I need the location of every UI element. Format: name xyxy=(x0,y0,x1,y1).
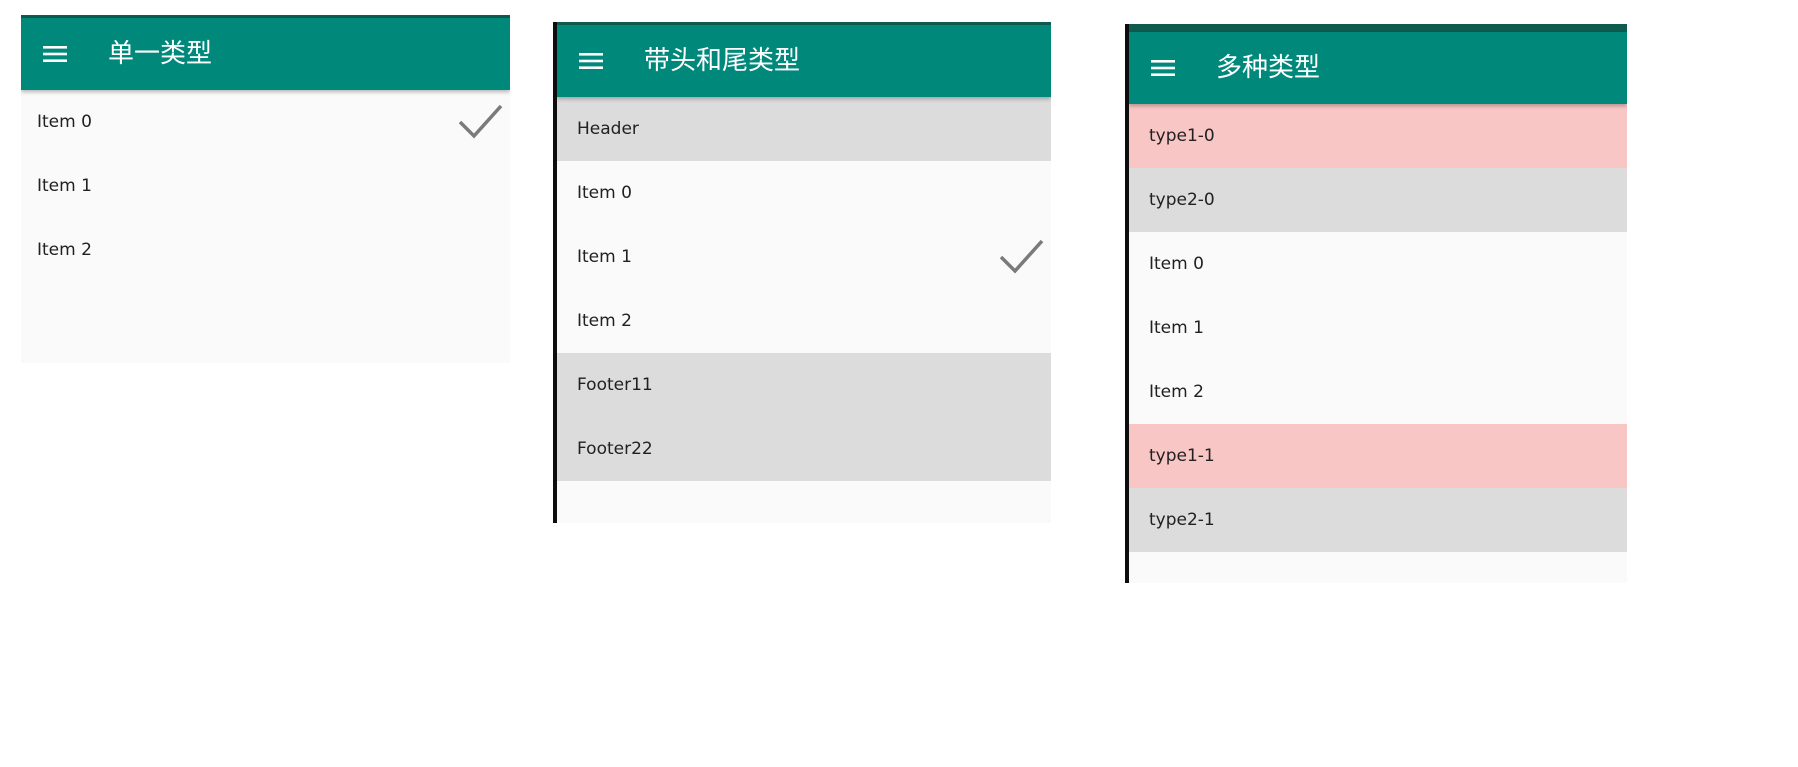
list-item[interactable]: Item 2 xyxy=(557,289,1051,353)
list-item-label: type1-0 xyxy=(1149,126,1215,146)
status-bar xyxy=(1129,24,1627,32)
checkmark-icon xyxy=(999,239,1044,274)
item-list: Header Item 0 Item 1 Item 2 Footer11 Foo… xyxy=(557,97,1051,481)
list-item[interactable]: Item 2 xyxy=(1129,360,1627,424)
type2-row[interactable]: type2-1 xyxy=(1129,488,1627,552)
list-header: Header xyxy=(557,97,1051,161)
checkmark-icon xyxy=(458,104,503,139)
list-item-label: Item 1 xyxy=(1149,318,1204,338)
menu-icon xyxy=(579,53,603,69)
page-title: 单一类型 xyxy=(108,39,213,69)
list-item-label: Item 2 xyxy=(1149,382,1204,402)
single-type-panel: 单一类型 Item 0 Item 1 Item 2 xyxy=(21,15,510,363)
menu-button[interactable] xyxy=(33,32,77,76)
page-title: 带头和尾类型 xyxy=(644,46,801,76)
item-list: type1-0 type2-0 Item 0 Item 1 Item 2 typ… xyxy=(1129,104,1627,552)
app-bar: 带头和尾类型 xyxy=(557,25,1051,97)
menu-button[interactable] xyxy=(1141,46,1185,90)
page-title: 多种类型 xyxy=(1216,53,1321,83)
list-footer-label: Footer22 xyxy=(577,439,653,459)
list-header-label: Header xyxy=(577,119,639,139)
list-item[interactable]: Item 0 xyxy=(21,90,510,154)
menu-button[interactable] xyxy=(569,39,613,83)
item-list: Item 0 Item 1 Item 2 xyxy=(21,90,510,282)
list-item[interactable]: Item 1 xyxy=(21,154,510,218)
list-item-label: Item 1 xyxy=(577,247,632,267)
type2-row[interactable]: type2-0 xyxy=(1129,168,1627,232)
list-item-label: type1-1 xyxy=(1149,446,1215,466)
list-item-label: Item 0 xyxy=(37,112,92,132)
list-item[interactable]: Item 0 xyxy=(557,161,1051,225)
multi-type-panel: 多种类型 type1-0 type2-0 Item 0 Item 1 Item … xyxy=(1125,24,1627,583)
list-item[interactable]: Item 0 xyxy=(1129,232,1627,296)
list-item-label: Item 0 xyxy=(1149,254,1204,274)
list-footer-label: Footer11 xyxy=(577,375,653,395)
list-item[interactable]: Item 1 xyxy=(557,225,1051,289)
list-item-label: Item 0 xyxy=(577,183,632,203)
app-bar: 单一类型 xyxy=(21,18,510,90)
list-item-label: Item 2 xyxy=(37,240,92,260)
list-item-label: type2-1 xyxy=(1149,510,1215,530)
menu-icon xyxy=(1151,60,1175,76)
header-footer-type-panel: 带头和尾类型 Header Item 0 Item 1 Item 2 Foote… xyxy=(553,22,1051,523)
list-item-label: Item 2 xyxy=(577,311,632,331)
list-item-label: Item 1 xyxy=(37,176,92,196)
list-item[interactable]: Item 2 xyxy=(21,218,510,282)
list-footer: Footer22 xyxy=(557,417,1051,481)
menu-icon xyxy=(43,46,67,62)
list-item-label: type2-0 xyxy=(1149,190,1215,210)
list-footer: Footer11 xyxy=(557,353,1051,417)
type1-row[interactable]: type1-0 xyxy=(1129,104,1627,168)
app-bar: 多种类型 xyxy=(1129,32,1627,104)
type1-row[interactable]: type1-1 xyxy=(1129,424,1627,488)
list-item[interactable]: Item 1 xyxy=(1129,296,1627,360)
